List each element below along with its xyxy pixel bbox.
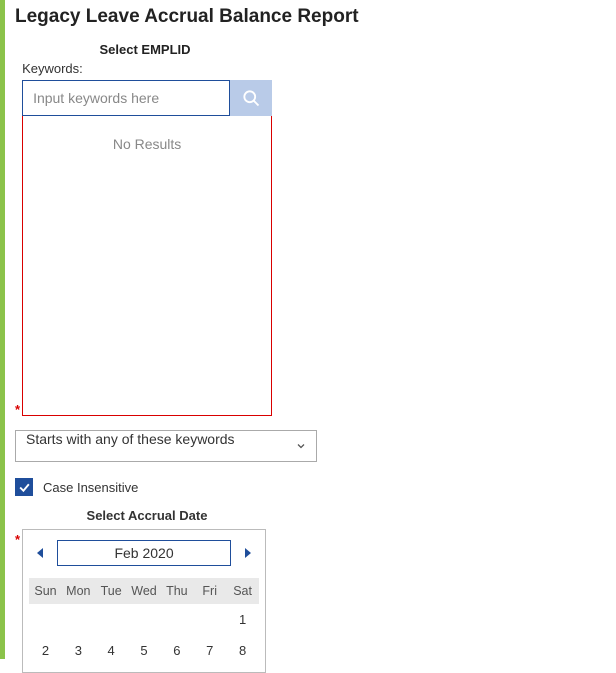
emplid-section-label: Select EMPLID xyxy=(15,42,275,57)
triangle-left-icon xyxy=(35,547,45,559)
keywords-input[interactable] xyxy=(22,80,230,116)
calendar-empty-cell xyxy=(128,604,161,635)
calendar-day[interactable]: 8 xyxy=(226,635,259,666)
no-results-text: No Results xyxy=(113,136,181,152)
calendar-day[interactable]: 5 xyxy=(128,635,161,666)
calendar-empty-cell xyxy=(95,604,128,635)
calendar-day[interactable]: 3 xyxy=(62,635,95,666)
calendar-grid: SunMonTueWedThuFriSat 1 2345678 xyxy=(29,578,259,666)
check-icon xyxy=(18,481,31,494)
required-asterisk: * xyxy=(15,403,20,416)
keywords-label: Keywords: xyxy=(22,61,272,76)
calendar-weekday: Mon xyxy=(62,578,95,604)
calendar-day[interactable]: 7 xyxy=(193,635,226,666)
calendar-weekday: Fri xyxy=(193,578,226,604)
accrual-date-section-label: Select Accrual Date xyxy=(25,508,269,523)
search-button[interactable] xyxy=(230,80,272,116)
calendar-day[interactable]: 4 xyxy=(95,635,128,666)
required-asterisk: * xyxy=(15,533,20,546)
calendar: Feb 2020 SunMonTueWedThuFriSat 1 2345678 xyxy=(22,529,266,673)
calendar-weekday: Sat xyxy=(226,578,259,604)
calendar-empty-cell xyxy=(29,604,62,635)
page-title: Legacy Leave Accrual Balance Report xyxy=(15,6,616,28)
calendar-weekday: Sun xyxy=(29,578,62,604)
calendar-day[interactable]: 6 xyxy=(160,635,193,666)
calendar-weekday: Wed xyxy=(128,578,161,604)
prev-month-button[interactable] xyxy=(29,542,51,564)
calendar-weekday: Tue xyxy=(95,578,128,604)
calendar-weekday: Thu xyxy=(160,578,193,604)
triangle-right-icon xyxy=(243,547,253,559)
results-panel: No Results xyxy=(22,116,272,416)
case-insensitive-label: Case Insensitive xyxy=(43,480,138,495)
calendar-empty-cell xyxy=(62,604,95,635)
match-mode-select[interactable]: Starts with any of these keywords xyxy=(15,430,317,462)
calendar-day[interactable]: 2 xyxy=(29,635,62,666)
search-icon xyxy=(241,88,261,108)
calendar-empty-cell xyxy=(193,604,226,635)
month-selector[interactable]: Feb 2020 xyxy=(57,540,231,566)
case-insensitive-checkbox[interactable] xyxy=(15,478,33,496)
calendar-empty-cell xyxy=(160,604,193,635)
next-month-button[interactable] xyxy=(237,542,259,564)
calendar-day[interactable]: 1 xyxy=(226,604,259,635)
